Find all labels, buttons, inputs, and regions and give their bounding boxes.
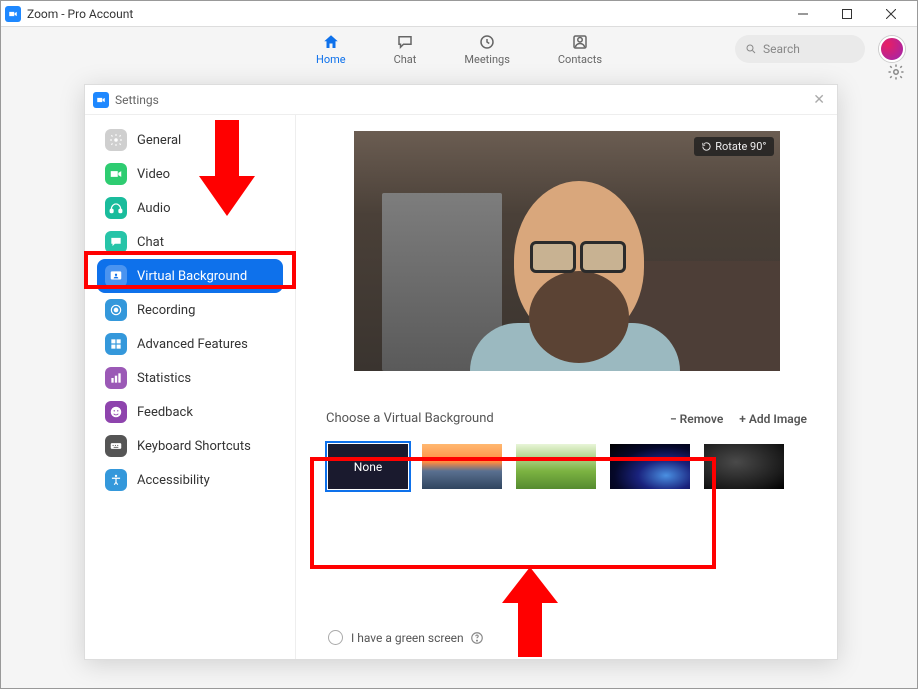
contacts-icon xyxy=(570,33,590,51)
nav-contacts-label: Contacts xyxy=(558,53,602,66)
thumb-none-label: None xyxy=(354,460,382,474)
sidebar-item-video[interactable]: Video xyxy=(85,157,295,191)
nav-meetings[interactable]: Meetings xyxy=(464,33,509,66)
sidebar-item-statistics[interactable]: Statistics xyxy=(85,361,295,395)
search-placeholder: Search xyxy=(763,42,800,56)
sidebar-item-advanced[interactable]: Advanced Features xyxy=(85,327,295,361)
main-toolbar: Home Chat Meetings Contacts Search xyxy=(1,27,917,71)
video-preview: Rotate 90° xyxy=(354,131,780,371)
thumb-dark[interactable] xyxy=(704,444,784,489)
add-image-button[interactable]: + Add Image xyxy=(739,412,807,426)
minimize-button[interactable] xyxy=(781,1,825,27)
sidebar-item-virtual-background[interactable]: Virtual Background xyxy=(97,259,283,293)
video-icon xyxy=(105,163,127,185)
settings-window: Settings ✕ General Video Audio xyxy=(84,84,838,660)
gear-icon xyxy=(105,129,127,151)
maximize-button[interactable] xyxy=(825,1,869,27)
settings-app-icon xyxy=(93,92,109,108)
sidebar-label: Audio xyxy=(137,201,170,216)
chat-icon xyxy=(105,231,127,253)
titlebar: Zoom - Pro Account xyxy=(1,1,917,27)
remove-button[interactable]: − Remove xyxy=(670,412,723,426)
remove-label: Remove xyxy=(680,412,724,426)
recording-icon xyxy=(105,299,127,321)
section-title: Choose a Virtual Background xyxy=(326,411,654,426)
sidebar-item-recording[interactable]: Recording xyxy=(85,293,295,327)
chat-icon xyxy=(395,33,415,51)
nav-chat[interactable]: Chat xyxy=(394,33,417,66)
nav-contacts[interactable]: Contacts xyxy=(558,33,602,66)
greenscreen-checkbox[interactable] xyxy=(328,630,343,645)
settings-title: Settings xyxy=(115,93,809,107)
sidebar-label: Advanced Features xyxy=(137,337,248,352)
sidebar-label: Chat xyxy=(137,235,164,250)
virtual-background-icon xyxy=(105,265,127,287)
greenscreen-label: I have a green screen xyxy=(351,631,464,645)
sidebar-label: General xyxy=(137,133,181,148)
settings-close-button[interactable]: ✕ xyxy=(809,92,829,108)
minus-icon: − xyxy=(670,412,677,426)
sidebar-label: Accessibility xyxy=(137,473,210,488)
keyboard-icon xyxy=(105,435,127,457)
settings-gear-icon[interactable] xyxy=(887,63,905,85)
sidebar-item-general[interactable]: General xyxy=(85,123,295,157)
add-image-label: Add Image xyxy=(749,412,807,426)
sidebar-label: Statistics xyxy=(137,371,191,386)
plus-icon: + xyxy=(739,412,746,426)
rotate-label: Rotate 90° xyxy=(715,140,766,153)
sidebar-item-feedback[interactable]: Feedback xyxy=(85,395,295,429)
sidebar-label: Virtual Background xyxy=(137,269,247,284)
advanced-icon xyxy=(105,333,127,355)
sidebar-item-audio[interactable]: Audio xyxy=(85,191,295,225)
audio-icon xyxy=(105,197,127,219)
nav-meetings-label: Meetings xyxy=(464,53,509,66)
sidebar-label: Feedback xyxy=(137,405,193,420)
sidebar-label: Keyboard Shortcuts xyxy=(137,439,251,454)
thumb-earth[interactable] xyxy=(610,444,690,489)
app-icon xyxy=(5,6,21,22)
rotate-button[interactable]: Rotate 90° xyxy=(694,137,773,156)
home-icon xyxy=(321,33,341,51)
thumb-grass[interactable] xyxy=(516,444,596,489)
rotate-icon xyxy=(701,141,712,152)
settings-content: Rotate 90° Choose a Virtual Background −… xyxy=(295,115,837,659)
clock-icon xyxy=(477,33,497,51)
nav-home[interactable]: Home xyxy=(316,33,346,66)
search-icon xyxy=(745,43,757,55)
feedback-icon xyxy=(105,401,127,423)
sidebar-label: Video xyxy=(137,167,170,182)
sidebar-item-accessibility[interactable]: Accessibility xyxy=(85,463,295,497)
thumb-bridge[interactable] xyxy=(422,444,502,489)
thumb-none[interactable]: None xyxy=(328,444,408,489)
nav-chat-label: Chat xyxy=(394,53,417,66)
search-input[interactable]: Search xyxy=(735,35,865,63)
help-icon[interactable] xyxy=(470,631,484,645)
avatar[interactable] xyxy=(879,36,905,62)
window-title: Zoom - Pro Account xyxy=(27,7,781,21)
settings-titlebar: Settings ✕ xyxy=(85,85,837,115)
settings-sidebar: General Video Audio Chat Virtual Backgro… xyxy=(85,115,295,659)
sidebar-label: Recording xyxy=(137,303,195,318)
accessibility-icon xyxy=(105,469,127,491)
sidebar-item-keyboard[interactable]: Keyboard Shortcuts xyxy=(85,429,295,463)
close-button[interactable] xyxy=(869,1,913,27)
statistics-icon xyxy=(105,367,127,389)
background-thumbnails: None xyxy=(320,438,813,495)
sidebar-item-chat[interactable]: Chat xyxy=(85,225,295,259)
nav-home-label: Home xyxy=(316,53,346,66)
